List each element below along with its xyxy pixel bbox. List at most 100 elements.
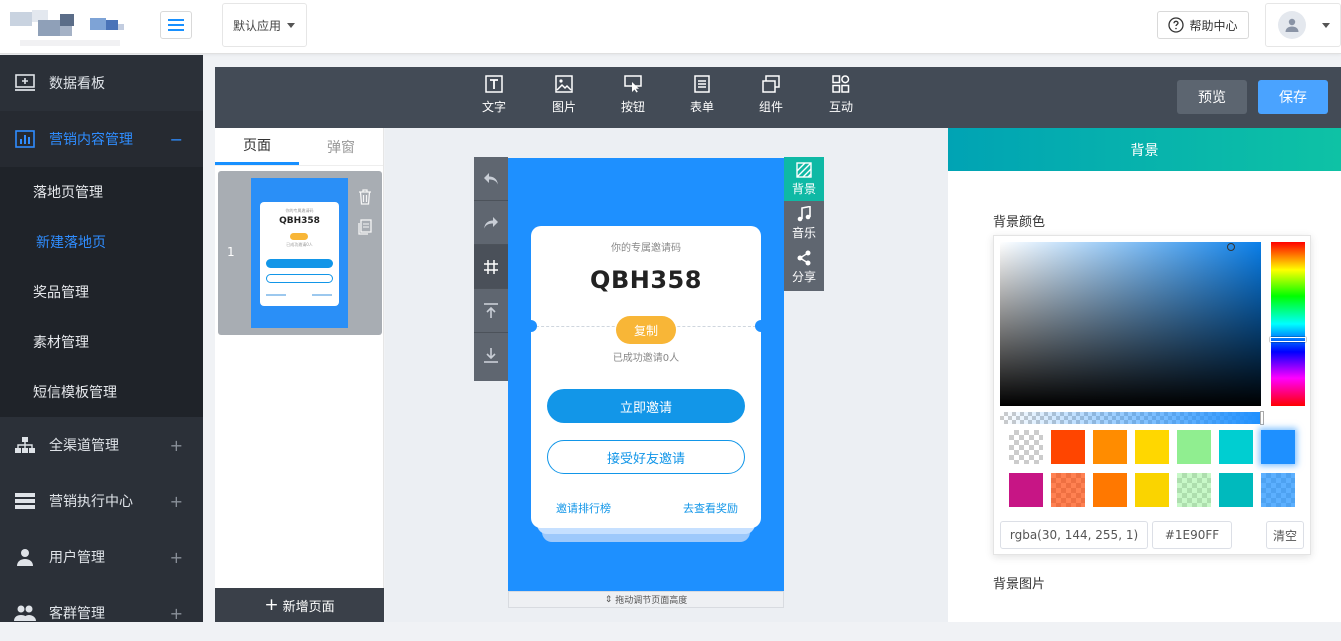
page-height-drag-handle[interactable]: ⇕ 拖动调节页面高度 [508, 591, 784, 608]
color-swatch[interactable] [1009, 473, 1043, 507]
accept-invite-button[interactable]: 接受好友邀请 [547, 440, 745, 474]
tab-pages[interactable]: 页面 [215, 128, 299, 165]
page-panel: 页面 弹窗 1 你的专属邀请码 QBH358 已成功邀请0人 + 新增页面 [215, 128, 384, 622]
color-swatch[interactable] [1219, 473, 1253, 507]
rgba-input[interactable]: rgba(30, 144, 255, 1) [1000, 521, 1148, 549]
alpha-handle[interactable] [1260, 411, 1264, 425]
tab-popups[interactable]: 弹窗 [299, 128, 383, 165]
hex-input[interactable]: #1E90FF [1152, 521, 1232, 549]
submenu-item-materials[interactable]: 素材管理 [0, 317, 203, 367]
saturation-panel[interactable] [1000, 242, 1261, 406]
view-rewards-link[interactable]: 去查看奖励 [683, 500, 738, 516]
background-tool-button[interactable]: 背景 [784, 157, 824, 201]
color-swatch[interactable] [1051, 473, 1085, 507]
tool-label: 按钮 [620, 100, 645, 114]
menu-toggle-button[interactable] [160, 11, 192, 39]
thumbnail-code: QBH358 [279, 216, 320, 226]
color-swatch[interactable] [1177, 473, 1211, 507]
leaderboard-link[interactable]: 邀请排行榜 [556, 500, 611, 516]
color-swatch[interactable] [1093, 473, 1127, 507]
tool-label: 图片 [551, 100, 576, 114]
sidebar-item-execution-center[interactable]: 营销执行中心 + [0, 473, 203, 529]
grid-toggle-button[interactable] [474, 245, 508, 289]
app-select[interactable]: 默认应用 [222, 3, 307, 47]
sidebar-item-label: 全渠道管理 [49, 438, 119, 454]
copy-page-icon[interactable] [358, 219, 372, 235]
tool-interactive[interactable]: 互动 [821, 75, 861, 121]
caret-down-icon [287, 22, 296, 28]
background-tool-label: 背景 [791, 181, 816, 196]
color-swatch[interactable] [1051, 430, 1085, 464]
save-button[interactable]: 保存 [1258, 80, 1328, 114]
undo-button[interactable] [474, 157, 508, 201]
page-thumbnail[interactable]: 1 你的专属邀请码 QBH358 已成功邀请0人 [218, 171, 382, 335]
copy-button[interactable]: 复制 [616, 316, 676, 344]
expand-icon[interactable]: + [170, 436, 183, 455]
expand-icon[interactable]: + [170, 548, 183, 567]
tool-label: 组件 [758, 100, 783, 114]
hue-slider[interactable] [1270, 242, 1306, 406]
tool-component[interactable]: 组件 [751, 75, 791, 121]
expand-icon[interactable]: + [170, 492, 183, 511]
expand-icon[interactable]: + [170, 604, 183, 623]
server-icon [14, 490, 36, 512]
share-tool-button[interactable]: 分享 [784, 245, 824, 289]
thumbnail-rank [266, 294, 286, 296]
move-top-button[interactable] [474, 289, 508, 333]
card-notch-right [755, 320, 767, 332]
submenu-item-new-landing-page[interactable]: 新建落地页 [0, 217, 203, 267]
caret-down-icon [1322, 22, 1330, 28]
component-tool-icon [762, 75, 780, 98]
alpha-slider[interactable] [1000, 411, 1264, 425]
user-menu[interactable] [1265, 3, 1341, 47]
trash-icon[interactable] [358, 189, 372, 205]
help-center-label: 帮助中心 [1189, 18, 1238, 33]
background-icon [796, 161, 812, 178]
color-swatch[interactable] [1009, 430, 1043, 464]
tool-label: 互动 [828, 100, 853, 114]
thumbnail-invited: 已成功邀请0人 [286, 242, 313, 247]
thumbnail-actions [358, 189, 372, 235]
collapse-icon[interactable]: − [170, 130, 183, 149]
tool-button[interactable]: 按钮 [613, 75, 653, 121]
invite-card[interactable]: 你的专属邀请码 QBH358 复制 已成功邀请0人 立即邀请 接受好友邀请 邀请… [525, 226, 767, 528]
sidebar-item-omnichannel[interactable]: 全渠道管理 + [0, 417, 203, 473]
sidebar-item-customer-groups[interactable]: 客群管理 + [0, 585, 203, 641]
tool-label: 表单 [689, 100, 714, 114]
submenu-item-sms-templates[interactable]: 短信模板管理 [0, 367, 203, 417]
color-swatch[interactable] [1219, 430, 1253, 464]
help-center-button[interactable]: 帮助中心 [1157, 11, 1249, 39]
color-swatch[interactable] [1135, 430, 1169, 464]
color-picker: rgba(30, 144, 255, 1) #1E90FF 清空 [993, 235, 1311, 555]
sidebar-item-users[interactable]: 用户管理 + [0, 529, 203, 585]
sidebar-item-label: 营销执行中心 [49, 494, 133, 510]
color-swatch[interactable] [1261, 473, 1295, 507]
sidebar-item-dashboard[interactable]: 数据看板 [0, 55, 203, 111]
submenu-item-prizes[interactable]: 奖品管理 [0, 267, 203, 317]
settings-panel: 背景 背景颜色 rgba(30, 144, 255, 1) #1E90FF 清空… [948, 128, 1341, 622]
tool-image[interactable]: 图片 [544, 75, 584, 121]
color-swatch[interactable] [1261, 430, 1295, 464]
hue-handle[interactable] [1270, 337, 1306, 342]
submenu-item-landing-pages[interactable]: 落地页管理 [0, 167, 203, 217]
background-color-label: 背景颜色 [993, 215, 1046, 230]
music-tool-button[interactable]: 音乐 [784, 201, 824, 245]
move-bottom-button[interactable] [474, 333, 508, 377]
sidebar-item-marketing-content[interactable]: 营销内容管理 − [0, 111, 203, 167]
preview-button[interactable]: 预览 [1177, 80, 1247, 114]
color-swatch[interactable] [1093, 430, 1127, 464]
form-tool-icon [693, 75, 711, 98]
redo-button[interactable] [474, 201, 508, 245]
new-page-button[interactable]: + 新增页面 [215, 588, 384, 622]
phone-page-preview[interactable]: 你的专属邀请码 QBH358 复制 已成功邀请0人 立即邀请 接受好友邀请 邀请… [508, 158, 784, 591]
tool-form[interactable]: 表单 [682, 75, 722, 121]
tool-text[interactable]: 文字 [474, 75, 514, 121]
page-side-tools: 背景 音乐 分享 [784, 157, 824, 291]
clear-color-button[interactable]: 清空 [1266, 521, 1304, 549]
invite-now-button[interactable]: 立即邀请 [547, 389, 745, 423]
share-tool-label: 分享 [791, 269, 816, 284]
thumbnail-card: 你的专属邀请码 QBH358 已成功邀请0人 [260, 202, 339, 306]
color-swatch[interactable] [1135, 473, 1169, 507]
saturation-handle[interactable] [1227, 243, 1235, 251]
color-swatch[interactable] [1177, 430, 1211, 464]
